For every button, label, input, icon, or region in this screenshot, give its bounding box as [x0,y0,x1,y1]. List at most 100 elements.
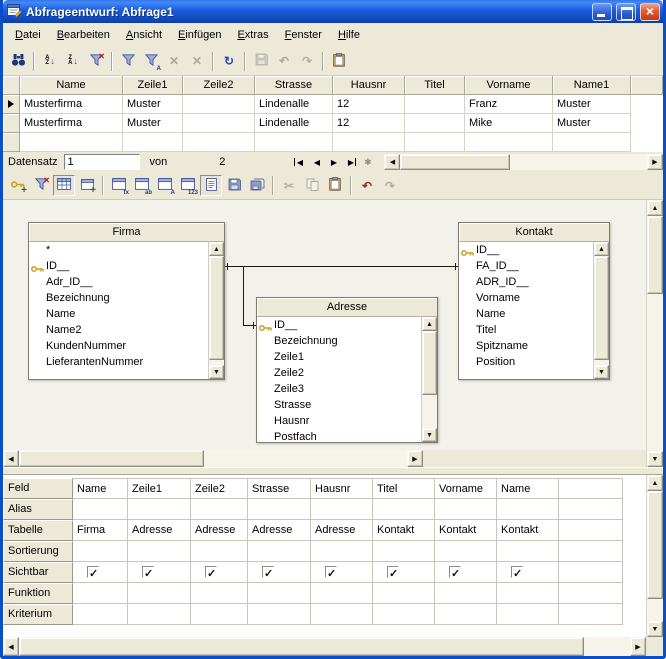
table-scrollbar[interactable] [593,242,609,379]
cell[interactable] [123,133,183,152]
field-item[interactable]: Zeile1 [257,349,421,365]
feld-cell[interactable]: Zeile2 [191,478,248,499]
sort-descending-button[interactable]: ↓ [62,51,84,72]
funktion-cell[interactable] [191,583,248,604]
pane-splitter[interactable] [3,467,663,475]
feld-cell[interactable]: Vorname [435,478,497,499]
scrollbar-thumb[interactable] [647,491,663,599]
cell[interactable] [183,114,255,133]
alias-cell[interactable] [248,499,311,520]
design-vertical-scrollbar[interactable] [646,200,663,467]
menu-fenster[interactable]: Fenster [277,26,330,44]
sortierung-cell[interactable] [128,541,191,562]
cell[interactable] [255,133,333,152]
tabelle-cell[interactable]: Firma [73,520,128,541]
sortierung-cell[interactable] [248,541,311,562]
sortierung-cell[interactable] [497,541,559,562]
funktion-cell[interactable] [311,583,373,604]
undo-button[interactable]: ↶ [273,51,295,72]
tabelle-cell[interactable]: Adresse [128,520,191,541]
minimize-button[interactable] [592,3,612,21]
alias-cell[interactable] [73,499,128,520]
table-scrollbar[interactable] [208,242,224,379]
scroll-down-button[interactable] [594,365,609,379]
field-item[interactable]: Adr_ID__ [29,274,208,290]
scrollbar-thumb[interactable] [594,256,609,360]
sortierung-cell[interactable] [559,541,623,562]
redo-button[interactable]: ↷ [296,51,318,72]
funktion-cell[interactable] [373,583,435,604]
sortierung-cell[interactable] [311,541,373,562]
cell[interactable]: Musterfirma [20,114,123,133]
sichtbar-checkbox[interactable] [262,566,274,578]
sichtbar-checkbox[interactable] [142,566,154,578]
scrollbar-track[interactable] [647,216,663,451]
column-header-zeile2[interactable]: Zeile2 [183,76,255,95]
sichtbar-checkbox[interactable] [205,566,217,578]
sichtbar-checkbox[interactable] [387,566,399,578]
join-line[interactable] [243,266,244,326]
scroll-left-button[interactable] [3,637,19,656]
properties-button[interactable] [200,175,222,196]
menu-extras[interactable]: Extras [229,26,276,44]
paste-button[interactable] [324,175,346,196]
copy-button[interactable] [301,175,323,196]
cell[interactable] [553,133,631,152]
feld-cell[interactable]: Name [73,478,128,499]
column-header-vorname[interactable]: Vorname [465,76,553,95]
distinct-values-button[interactable] [177,175,199,196]
alias-cell[interactable] [128,499,191,520]
field-item[interactable]: Spitzname [459,338,593,354]
datasheet-horizontal-scrollbar[interactable] [384,154,663,170]
cell[interactable]: Lindenalle [255,114,333,133]
alias-cell[interactable] [497,499,559,520]
tabelle-cell[interactable]: Adresse [311,520,373,541]
scrollbar-track[interactable] [647,491,663,621]
tabelle-cell[interactable] [559,520,623,541]
query-grid-horizontal-scrollbar[interactable] [3,637,646,656]
funktion-cell[interactable] [73,583,128,604]
alias-cell[interactable] [191,499,248,520]
cell[interactable] [20,133,123,152]
cell[interactable]: Muster [123,95,183,114]
join-line[interactable] [225,266,458,267]
sichtbar-checkbox[interactable] [449,566,461,578]
column-header-hausnr[interactable]: Hausnr [333,76,405,95]
alias-cell[interactable] [435,499,497,520]
design-horizontal-scrollbar[interactable] [3,450,423,467]
menu-bearbeiten[interactable]: Bearbeiten [49,26,118,44]
save-button[interactable] [223,175,245,196]
funktion-cell[interactable] [248,583,311,604]
alias-cell[interactable] [559,499,623,520]
table-window-adresse[interactable]: Adresse ID__ Bezeichnung Zeile1 Zeile2 Z… [256,297,438,443]
menu-datei[interactable]: Datei [7,26,49,44]
row-header-feld[interactable]: Feld [3,478,73,499]
switch-design-view-button[interactable] [53,175,75,196]
menu-ansicht[interactable]: Ansicht [118,26,170,44]
field-item[interactable]: Name [29,306,208,322]
field-item[interactable]: Strasse [257,397,421,413]
field-item[interactable]: * [29,242,208,258]
clipboard-button[interactable] [328,51,350,72]
scroll-right-button[interactable] [630,637,646,656]
cell[interactable] [405,114,465,133]
table-title[interactable]: Firma [29,223,224,242]
cell[interactable]: Lindenalle [255,95,333,114]
row-header-sortierung[interactable]: Sortierung [3,541,73,562]
kriterium-cell[interactable] [435,604,497,625]
scroll-right-button[interactable] [407,450,423,467]
alias-cell[interactable] [373,499,435,520]
column-header-strasse[interactable]: Strasse [255,76,333,95]
select-all-corner[interactable] [3,76,20,95]
scroll-up-button[interactable] [594,242,609,256]
scrollbar-thumb[interactable] [400,154,510,170]
field-item[interactable]: Postfach [257,429,421,442]
scroll-left-button[interactable] [384,154,400,170]
cell[interactable]: Muster [123,114,183,133]
cell[interactable] [333,133,405,152]
close-button[interactable] [640,3,660,21]
cell[interactable]: Mike [465,114,553,133]
row-header-kriterium[interactable]: Kriterium [3,604,73,625]
tabelle-cell[interactable]: Adresse [248,520,311,541]
sichtbar-checkbox[interactable] [511,566,523,578]
